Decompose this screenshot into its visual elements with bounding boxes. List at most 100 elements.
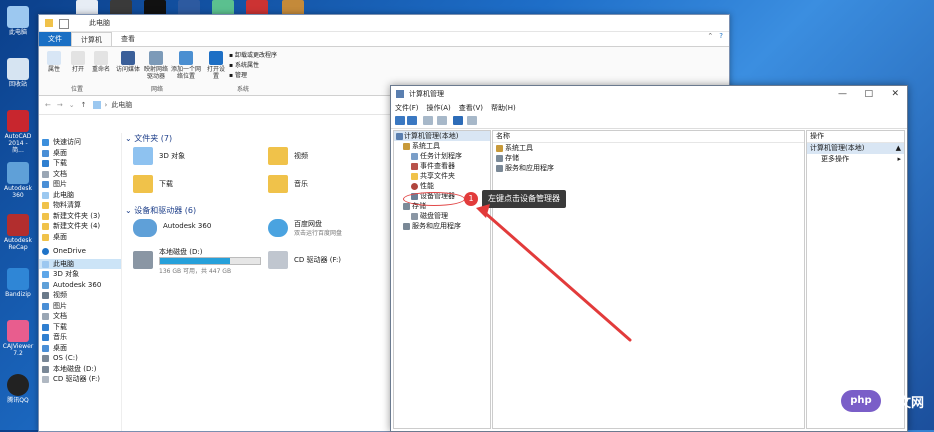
menu-help[interactable]: 帮助(H) <box>491 103 516 113</box>
nav-item[interactable]: 物料清算 <box>39 200 121 211</box>
desktop-icon-qq[interactable]: 腾讯QQ <box>2 374 34 404</box>
device-autodesk-360[interactable]: Autodesk 360 <box>133 219 263 241</box>
properties-button[interactable]: 属性 <box>43 51 65 73</box>
breadcrumb[interactable]: 此电脑 <box>111 100 132 110</box>
desktop-icon-cajviewer[interactable]: CAJViewer 7.2 <box>2 320 34 357</box>
nav-item[interactable]: OS (C:) <box>39 353 121 364</box>
forward-arrow-icon[interactable] <box>407 116 417 125</box>
chevron-down-icon[interactable]: ⌄ <box>69 101 75 109</box>
nav-item[interactable]: 新建文件夹 (3) <box>39 211 121 222</box>
nav-item[interactable]: 音乐 <box>39 332 121 343</box>
folder-music[interactable]: 音乐 <box>268 175 388 195</box>
device-cd-drive-f[interactable]: CD 驱动器 (F:) <box>268 251 398 273</box>
checkbox-icon[interactable] <box>59 19 69 29</box>
desktop-icon-autocad[interactable]: AutoCAD 2014 - 简... <box>2 110 34 154</box>
nav-item[interactable]: 桌面 <box>39 148 121 159</box>
services-icon <box>496 165 503 172</box>
devices-section-header[interactable]: ⌄ 设备和驱动器 (6) <box>125 205 196 216</box>
show-pane-icon[interactable] <box>467 116 477 125</box>
tree-item-system-tools[interactable]: 系统工具 <box>394 141 490 151</box>
menu-action[interactable]: 操作(A) <box>427 103 451 113</box>
tab-file[interactable]: 文件 <box>39 32 71 46</box>
ribbon-tabs: 文件 计算机 查看 ⌃ ? <box>39 32 729 46</box>
desktop-icon-this-pc[interactable]: 此电脑 <box>2 6 34 36</box>
nav-this-pc[interactable]: 此电脑 <box>39 258 121 269</box>
nav-quick-access[interactable]: 快速访问 <box>39 137 121 148</box>
folders-section-header[interactable]: ⌄ 文件夹 (7) <box>125 133 172 144</box>
desktop-icon-autodesk-360[interactable]: Autodesk 360 <box>2 162 34 199</box>
access-media-button[interactable]: 访问媒体 <box>115 51 141 73</box>
menu-file[interactable]: 文件(F) <box>395 103 419 113</box>
actions-selected-item[interactable]: 计算机管理(本地) ▲ <box>807 143 904 154</box>
minimize-button[interactable]: — <box>838 89 847 99</box>
tree-item-shared-folders[interactable]: 共享文件夹 <box>394 171 490 181</box>
device-sublabel: 双击运行百度网盘 <box>294 230 343 237</box>
column-header-name[interactable]: 名称 <box>493 131 804 143</box>
chevron-up-icon[interactable]: ⌃ <box>707 32 713 46</box>
nav-item[interactable]: 视频 <box>39 290 121 301</box>
open-settings-button[interactable]: 打开设置 <box>205 51 227 80</box>
list-item[interactable]: 系统工具 <box>493 143 804 153</box>
list-item[interactable]: 存储 <box>493 153 804 163</box>
open-button[interactable]: 打开 <box>67 51 89 73</box>
tree-label: 磁盘管理 <box>420 212 448 220</box>
menu-view[interactable]: 查看(V) <box>459 103 483 113</box>
nav-onedrive[interactable]: OneDrive <box>39 246 121 257</box>
nav-item[interactable]: 文档 <box>39 169 121 180</box>
button-label: 属性 <box>47 66 60 73</box>
folder-videos[interactable]: 视频 <box>268 147 388 167</box>
autodesk-360-icon <box>42 281 49 289</box>
desktop-icon-bandizip[interactable]: Bandizip <box>2 268 34 298</box>
nav-item[interactable]: CD 驱动器 (F:) <box>39 374 121 385</box>
nav-item[interactable]: 本地磁盘 (D:) <box>39 364 121 375</box>
explorer-titlebar[interactable]: 此电脑 <box>39 15 729 32</box>
collapse-arrow-icon[interactable]: ▲ <box>896 143 901 154</box>
back-arrow-icon[interactable] <box>395 116 405 125</box>
uninstall-program-link[interactable]: ▪ 卸载或更改程序 <box>229 51 277 61</box>
desktop-icon-label: Bandizip <box>5 291 31 298</box>
device-local-disk-d[interactable]: 本地磁盘 (D:) 136 GB 可用，共 447 GB <box>133 247 263 279</box>
tab-computer[interactable]: 计算机 <box>71 32 112 46</box>
link-label: 卸载或更改程序 <box>234 52 277 59</box>
computer-management-window[interactable]: 计算机管理 — □ ✕ 文件(F) 操作(A) 查看(V) 帮助(H) 计算机管… <box>390 85 908 432</box>
system-properties-link[interactable]: ▪ 系统属性 <box>229 61 277 71</box>
nav-item[interactable]: 3D 对象 <box>39 269 121 280</box>
properties-icon[interactable] <box>437 116 447 125</box>
tree-item-task-scheduler[interactable]: 任务计划程序 <box>394 151 490 161</box>
maximize-button[interactable]: □ <box>864 89 873 99</box>
nav-label: 新建文件夹 (4) <box>53 222 101 230</box>
rename-button[interactable]: 重命名 <box>89 51 113 73</box>
nav-item[interactable]: 桌面 <box>39 343 121 354</box>
help-icon[interactable] <box>453 116 463 125</box>
nav-item[interactable]: Autodesk 360 <box>39 280 121 291</box>
tree-item-root[interactable]: 计算机管理(本地) <box>394 131 490 141</box>
manage-link[interactable]: ▪ 管理 <box>229 71 277 81</box>
nav-item[interactable]: 下载 <box>39 158 121 169</box>
tab-view[interactable]: 查看 <box>112 32 144 46</box>
up-arrow-icon[interactable]: ↑ <box>81 101 87 109</box>
list-item[interactable]: 服务和应用程序 <box>493 163 804 173</box>
help-icon[interactable]: ? <box>719 32 723 46</box>
nav-item[interactable]: 此电脑 <box>39 190 121 201</box>
nav-item[interactable]: 图片 <box>39 301 121 312</box>
nav-item[interactable]: 桌面 <box>39 232 121 243</box>
desktop-icon-recycle-bin[interactable]: 回收站 <box>2 58 34 88</box>
nav-item[interactable]: 文档 <box>39 311 121 322</box>
forward-arrow-icon[interactable]: → <box>57 101 63 109</box>
cm-titlebar[interactable]: 计算机管理 — □ ✕ <box>391 86 907 102</box>
nav-item[interactable]: 下载 <box>39 322 121 333</box>
folder-downloads[interactable]: 下载 <box>133 175 253 195</box>
nav-item[interactable]: 新建文件夹 (4) <box>39 221 121 232</box>
nav-item[interactable]: 图片 <box>39 179 121 190</box>
map-drive-button[interactable]: 映射网络驱动器 <box>143 51 169 80</box>
group-label-system: 系统 <box>237 86 250 93</box>
tree-item-event-viewer[interactable]: 事件查看器 <box>394 161 490 171</box>
add-network-location-button[interactable]: 添加一个网络位置 <box>171 51 201 80</box>
close-button[interactable]: ✕ <box>891 89 899 99</box>
desktop-icon-recap[interactable]: Autodesk ReCap <box>2 214 34 251</box>
folder-3d-objects[interactable]: 3D 对象 <box>133 147 253 167</box>
more-actions-item[interactable]: 更多操作 ▸ <box>807 154 904 165</box>
back-arrow-icon[interactable]: ← <box>45 101 51 109</box>
console-tree-icon[interactable] <box>423 116 433 125</box>
tree-item-performance[interactable]: 性能 <box>394 181 490 191</box>
